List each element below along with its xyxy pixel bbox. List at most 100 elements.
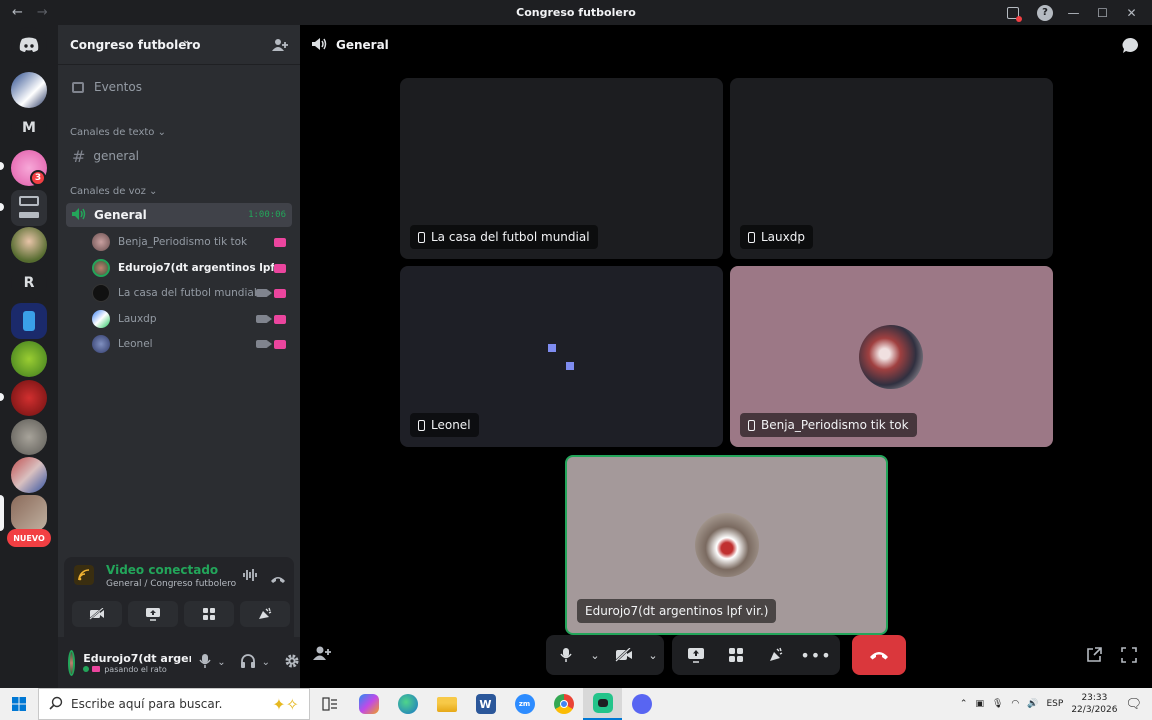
camera-icon: [256, 289, 272, 297]
mic-control-group: ⌄ ⌄: [546, 635, 664, 675]
text-channel-general[interactable]: # general: [66, 144, 292, 168]
voice-category[interactable]: Canales de voz ⌄: [70, 186, 157, 197]
video-tile[interactable]: Leonel: [400, 266, 723, 447]
video-tile[interactable]: La casa del futbol mundial: [400, 78, 723, 259]
participant-avatar: [859, 325, 923, 389]
video-tile[interactable]: Lauxdp: [730, 78, 1053, 259]
server-icon-m[interactable]: M: [11, 110, 47, 146]
events-item[interactable]: Eventos: [66, 75, 292, 99]
participant-avatar: [695, 513, 759, 577]
copilot-app-icon[interactable]: [349, 688, 388, 720]
phone-icon: [418, 419, 425, 431]
server-icon-r[interactable]: R: [11, 265, 47, 301]
text-channel-label: general: [93, 149, 140, 163]
chevron-up-icon[interactable]: ⌃: [960, 699, 968, 709]
disconnect-icon[interactable]: [270, 569, 286, 588]
server-icon-lpf[interactable]: [11, 303, 47, 339]
soundwave-icon[interactable]: [242, 567, 258, 586]
voice-user[interactable]: Leonel: [92, 333, 292, 355]
microphone-tray-icon[interactable]: 🎙: [992, 699, 1003, 709]
user-name[interactable]: Edurojo7(dt argen...: [83, 652, 191, 665]
calendar-icon: [72, 81, 84, 93]
device-icon[interactable]: ▣: [975, 699, 984, 709]
voice-user[interactable]: Lauxdp: [92, 308, 292, 330]
server-icon-active[interactable]: [11, 495, 47, 531]
user-panel: Edurojo7(dt argen... pasando el rato ⌄ ⌄: [58, 637, 300, 688]
word-app-icon[interactable]: W: [466, 688, 505, 720]
server-icon-3[interactable]: [11, 190, 47, 226]
video-tile-speaking[interactable]: Edurojo7(dt argentinos lpf vir.): [565, 455, 888, 635]
chevron-down-icon[interactable]: ⌄: [262, 657, 270, 668]
chrome-app-icon[interactable]: [544, 688, 583, 720]
taskbar-search-input[interactable]: Escribe aquí para buscar. ✦✧: [38, 688, 310, 720]
guild-name: Congreso futbolero: [70, 37, 201, 52]
voice-user[interactable]: Edurojo7(dt argentinos lpf vir.): [92, 257, 292, 279]
tile-label: Benja_Periodismo tik tok: [740, 413, 917, 437]
wifi-icon[interactable]: ◠: [1011, 699, 1019, 709]
inbox-icon[interactable]: [998, 0, 1027, 25]
maximize-button[interactable]: ☐: [1088, 0, 1117, 25]
chevron-down-icon[interactable]: ⌄: [217, 657, 225, 668]
camera-icon: [256, 315, 272, 323]
tile-label: Leonel: [410, 413, 479, 437]
soundboard-button[interactable]: [760, 639, 792, 671]
activities-button[interactable]: [184, 601, 234, 627]
microphone-button[interactable]: [550, 639, 582, 671]
language-indicator[interactable]: ESP: [1047, 699, 1064, 709]
server-icon-6[interactable]: [11, 380, 47, 416]
zoom-app-icon[interactable]: zm: [505, 688, 544, 720]
live-icon: [274, 314, 286, 324]
close-button[interactable]: ✕: [1117, 0, 1146, 25]
headphones-icon[interactable]: [240, 653, 256, 672]
task-view-icon[interactable]: [310, 688, 349, 720]
fullscreen-icon[interactable]: [1121, 647, 1137, 667]
forward-arrow-icon[interactable]: →: [37, 5, 48, 20]
unread-pill: [0, 393, 4, 401]
camera-off-button[interactable]: [72, 601, 122, 627]
share-screen-button[interactable]: [128, 601, 178, 627]
server-icon-7[interactable]: [11, 419, 47, 455]
server-icon-1[interactable]: [11, 72, 47, 108]
voice-user[interactable]: Benja_Periodismo tik tok: [92, 231, 292, 253]
chevron-down-icon[interactable]: ⌄: [588, 639, 602, 671]
chevron-down-icon: ⌄: [182, 35, 191, 46]
chat-bubble-icon[interactable]: [1122, 37, 1140, 58]
clock[interactable]: 23:33 22/3/2026: [1071, 692, 1117, 716]
file-explorer-app-icon[interactable]: [427, 688, 466, 720]
settings-gear-icon[interactable]: [284, 653, 300, 673]
discord-home-icon[interactable]: [11, 27, 47, 63]
tile-label: Lauxdp: [740, 225, 813, 249]
server-icon-8[interactable]: [11, 457, 47, 493]
voice-user[interactable]: La casa del futbol mundial: [92, 282, 292, 304]
server-icon-4[interactable]: [11, 227, 47, 263]
hashtag-icon: #: [72, 146, 86, 166]
more-options-icon[interactable]: •••: [800, 639, 832, 671]
volume-icon[interactable]: 🔊: [1027, 699, 1038, 709]
server-icon-5[interactable]: [11, 341, 47, 377]
voice-channel-general[interactable]: General 1:00:06: [66, 203, 292, 227]
activities-button[interactable]: [720, 639, 752, 671]
signal-icon[interactable]: [74, 565, 94, 585]
discord-app-icon[interactable]: [583, 688, 622, 720]
camera-off-button[interactable]: [608, 639, 640, 671]
soundboard-button[interactable]: [240, 601, 290, 627]
chevron-down-icon[interactable]: ⌄: [646, 639, 660, 671]
video-tile[interactable]: Benja_Periodismo tik tok: [730, 266, 1053, 447]
windows-start-icon[interactable]: [0, 688, 38, 720]
disconnect-button[interactable]: [852, 635, 906, 675]
text-category[interactable]: Canales de texto ⌄: [70, 127, 166, 138]
popout-icon[interactable]: [1086, 647, 1102, 667]
microphone-icon[interactable]: [199, 653, 211, 673]
guild-header[interactable]: Congreso futbolero ⌄: [58, 25, 300, 65]
help-icon[interactable]: ?: [1037, 4, 1053, 21]
discord-ptb-app-icon[interactable]: [622, 688, 661, 720]
notification-icon[interactable]: 🗨: [1125, 697, 1142, 712]
add-member-icon[interactable]: [272, 37, 288, 56]
edge-app-icon[interactable]: [388, 688, 427, 720]
minimize-button[interactable]: —: [1059, 0, 1088, 25]
invite-people-icon[interactable]: [313, 645, 331, 665]
user-avatar[interactable]: [68, 649, 76, 676]
voice-location[interactable]: General / Congreso futbolero: [106, 579, 236, 589]
share-screen-button[interactable]: [680, 639, 712, 671]
back-arrow-icon[interactable]: ←: [12, 5, 23, 20]
